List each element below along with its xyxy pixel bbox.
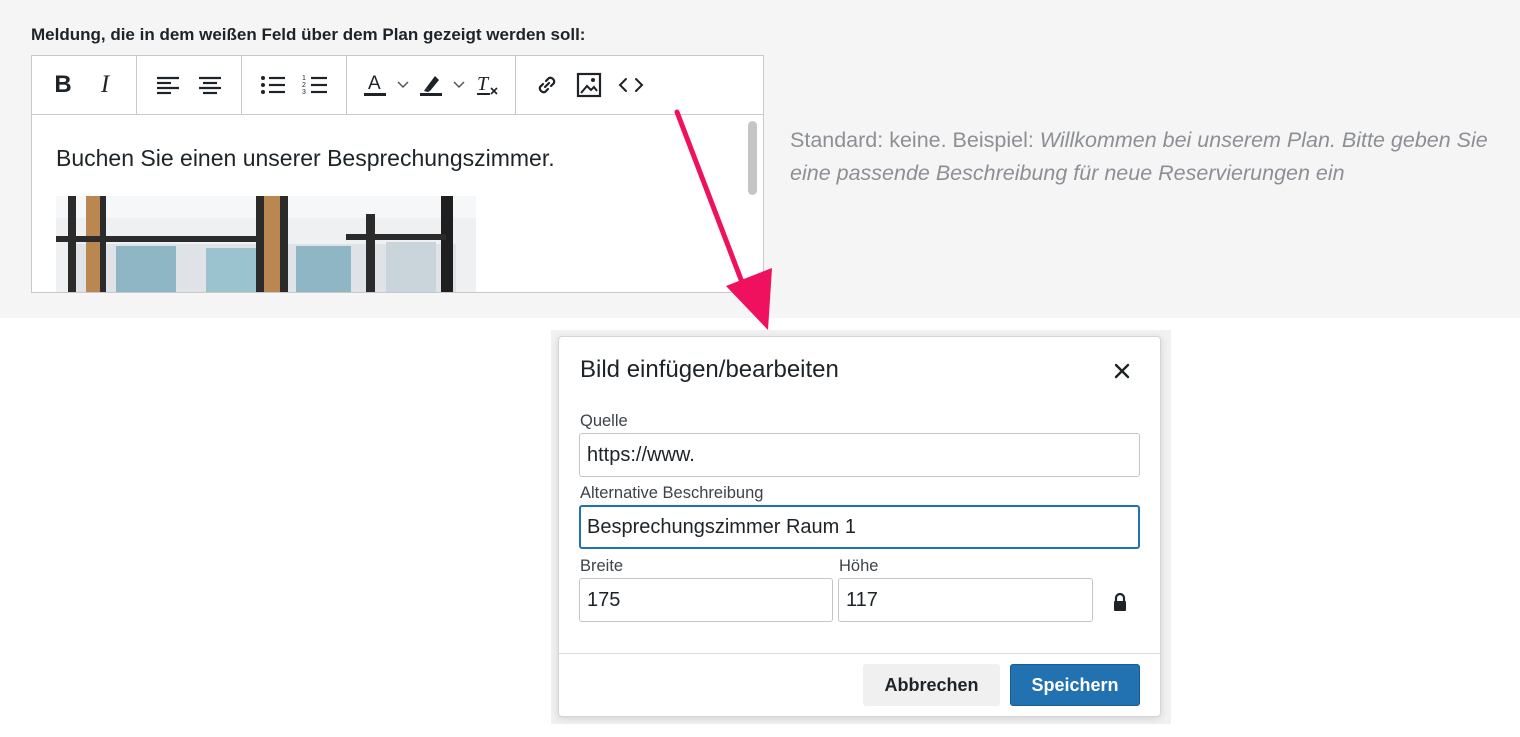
image-dialog: Bild einfügen/bearbeiten Quelle Alternat… [558,336,1161,717]
italic-icon: I [100,71,110,98]
color-group: A T [347,56,516,114]
dialog-title: Bild einfügen/bearbeiten [580,356,839,383]
numbered-list-button[interactable]: 123 [294,64,336,106]
clear-format-icon: T [477,73,498,95]
dialog-footer-divider [559,653,1160,654]
svg-text:1: 1 [302,75,306,82]
svg-text:3: 3 [302,89,306,96]
source-label: Quelle [580,412,628,430]
meeting-room-image[interactable] [56,196,476,292]
clear-format-button[interactable]: T [469,64,505,106]
svg-text:2: 2 [302,82,306,89]
insert-group [516,56,662,114]
text-color-icon: A [364,73,386,96]
close-button[interactable] [1108,357,1136,385]
image-button[interactable] [568,64,610,106]
bullet-list-icon [261,76,285,94]
highlight-icon [420,76,442,96]
align-left-button[interactable] [147,64,189,106]
image-icon [576,72,602,98]
chevron-down-icon [397,81,409,89]
editor-scrollbar[interactable] [748,121,757,195]
align-center-icon [199,76,221,95]
align-center-button[interactable] [189,64,231,106]
close-icon [1114,363,1130,379]
link-button[interactable] [526,64,568,106]
constrain-proportions-button[interactable] [1112,592,1128,612]
highlight-dropdown[interactable] [449,64,469,106]
height-input[interactable] [838,578,1093,622]
italic-button[interactable]: I [84,64,126,106]
field-hint: Standard: keine. Beispiel: Willkommen be… [790,124,1500,190]
lock-icon [1114,592,1126,611]
meeting-room-picture [56,196,476,292]
editor-content[interactable]: Buchen Sie einen unserer Besprechungszim… [32,115,763,292]
bold-icon: B [54,71,72,98]
code-button[interactable] [610,64,652,106]
text-color-button[interactable]: A [357,64,393,106]
numbered-list-icon: 123 [302,75,327,96]
chevron-down-icon [453,81,465,89]
field-label: Meldung, die in dem weißen Feld über dem… [31,25,586,44]
align-left-icon [157,76,179,95]
svg-text:A: A [368,73,381,94]
code-icon [618,78,644,92]
alt-label: Alternative Beschreibung [580,484,764,502]
svg-text:T: T [477,73,490,95]
text-color-dropdown[interactable] [393,64,413,106]
editor-toolbar: B I 123 A T [32,56,763,115]
editor-content-text: Buchen Sie einen unserer Besprechungszim… [56,145,555,171]
alt-input[interactable] [579,505,1140,549]
width-label: Breite [580,557,624,575]
align-group [137,56,242,114]
bullet-list-button[interactable] [252,64,294,106]
save-button[interactable]: Speichern [1010,664,1140,706]
bold-button[interactable]: B [42,64,84,106]
format-group: B I [32,56,137,114]
highlight-button[interactable] [413,64,449,106]
hint-prefix: Standard: keine. Beispiel: [790,128,1040,152]
rich-text-editor[interactable]: B I 123 A T Buchen Sie einen unserer Bes… [31,55,764,293]
height-label: Höhe [839,557,879,575]
cancel-button[interactable]: Abbrechen [863,664,1000,706]
source-input[interactable] [579,433,1140,477]
settings-panel: Meldung, die in dem weißen Feld über dem… [0,0,1520,318]
list-group: 123 [242,56,347,114]
width-input[interactable] [579,578,833,622]
link-icon [538,76,556,94]
